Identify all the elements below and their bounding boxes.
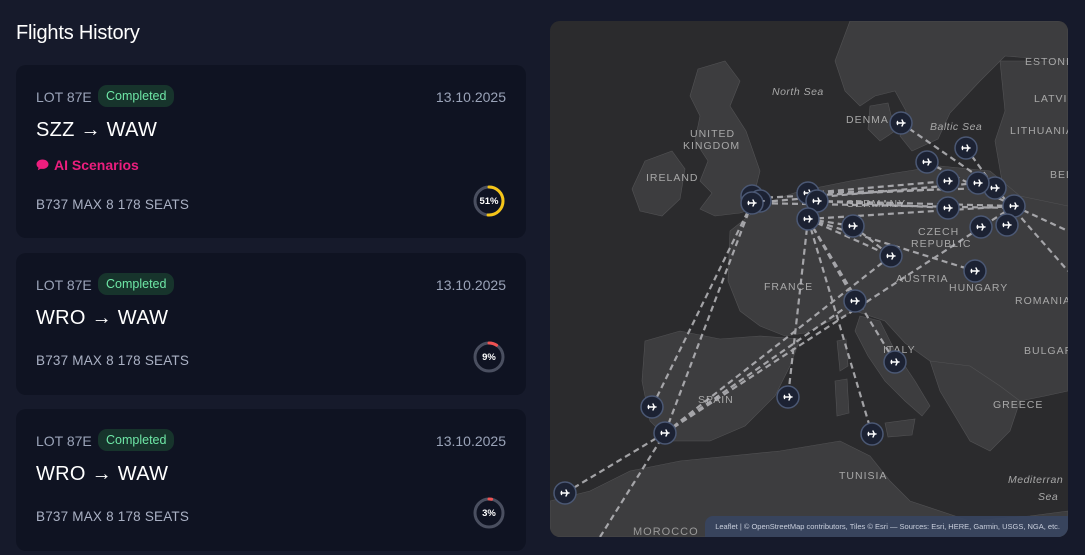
map-label: North Sea: [772, 86, 824, 98]
progress-label: 51%: [479, 195, 499, 207]
map-label: ROMANIA: [1015, 295, 1068, 307]
airport-marker[interactable]: [653, 421, 677, 445]
map-label: BEL: [1050, 169, 1068, 181]
flight-date: 13.10.2025: [435, 89, 506, 105]
flight-route: SZZ → WAW: [36, 119, 158, 141]
aircraft-info: B737 MAX 8 178 SEATS: [36, 509, 190, 524]
status-badge: Completed: [98, 273, 175, 295]
airport-marker[interactable]: [740, 191, 764, 215]
ai-scenarios-link[interactable]: AI Scenarios: [36, 157, 139, 173]
airport-marker[interactable]: [889, 111, 913, 135]
map-label: ESTONI: [1025, 56, 1068, 68]
flight-card[interactable]: LOT 87E Completed 13.10.2025 WRO → WAW B…: [16, 253, 526, 395]
flight-card[interactable]: LOT 87E Completed 13.10.2025 WRO → WAW B…: [16, 409, 526, 551]
ai-scenarios-label: AI Scenarios: [54, 157, 139, 173]
map-label: HUNGARY: [949, 282, 1008, 294]
map-label: DENMA: [846, 114, 889, 126]
flight-map[interactable]: North Sea UNITED KINGDOM IRELAND DENMA B…: [550, 21, 1068, 537]
progress-label: 9%: [482, 351, 496, 363]
map-label: IRELAND: [646, 172, 699, 184]
airport-marker[interactable]: [860, 422, 884, 446]
progress-label: 3%: [482, 507, 496, 519]
map-label: FRANCE: [764, 281, 813, 293]
airport-marker[interactable]: [954, 136, 978, 160]
flight-code: LOT 87E: [36, 89, 92, 105]
airport-marker[interactable]: [796, 207, 820, 231]
airport-marker[interactable]: [879, 244, 903, 268]
airport-marker[interactable]: [936, 169, 960, 193]
airport-marker[interactable]: [963, 259, 987, 283]
map-label: MOROCCO: [633, 526, 699, 538]
airport-marker[interactable]: [995, 213, 1019, 237]
map-label: LITHUANIA: [1010, 125, 1068, 137]
map-label: AUSTRIA: [896, 273, 949, 285]
flight-route: WRO → WAW: [36, 463, 169, 485]
map-label: TUNISIA: [839, 470, 887, 482]
map-label: Baltic Sea: [930, 121, 982, 133]
airport-marker[interactable]: [969, 215, 993, 239]
airport-marker[interactable]: [843, 289, 867, 313]
map-canvas[interactable]: North Sea UNITED KINGDOM IRELAND DENMA B…: [550, 21, 1068, 537]
map-label: KINGDOM: [683, 140, 740, 152]
map-label: CZECH: [918, 226, 959, 238]
airport-marker[interactable]: [966, 171, 990, 195]
map-label: Mediterran: [1008, 474, 1063, 486]
map-label: Sea: [1038, 491, 1058, 503]
map-label: BULGAR: [1024, 345, 1068, 357]
airport-marker[interactable]: [936, 196, 960, 220]
map-attribution[interactable]: Leaflet | © OpenStreetMap contributors, …: [705, 516, 1068, 537]
map-label: UNITED: [690, 128, 735, 140]
map-label: LATVI: [1034, 93, 1067, 105]
airport-marker[interactable]: [640, 395, 664, 419]
airport-marker[interactable]: [776, 385, 800, 409]
status-badge: Completed: [98, 85, 175, 107]
flight-code: LOT 87E: [36, 277, 92, 293]
aircraft-info: B737 MAX 8 178 SEATS: [36, 197, 190, 212]
map-label: GREECE: [993, 399, 1043, 411]
progress-ring: 9%: [473, 341, 505, 373]
airport-marker[interactable]: [915, 150, 939, 174]
progress-ring: 3%: [473, 497, 505, 529]
page-title: Flights History: [16, 22, 140, 44]
flight-date: 13.10.2025: [435, 277, 506, 293]
airport-marker[interactable]: [553, 481, 577, 505]
aircraft-info: B737 MAX 8 178 SEATS: [36, 353, 190, 368]
chat-bubble-icon: [36, 159, 49, 171]
progress-ring: 51%: [473, 185, 505, 217]
status-badge: Completed: [98, 429, 175, 451]
flight-card[interactable]: LOT 87E Completed 13.10.2025 SZZ → WAW A…: [16, 65, 526, 238]
flight-date: 13.10.2025: [435, 433, 506, 449]
flight-route: WRO → WAW: [36, 307, 169, 329]
airport-marker[interactable]: [883, 350, 907, 374]
airport-marker[interactable]: [841, 214, 865, 238]
flight-code: LOT 87E: [36, 433, 92, 449]
